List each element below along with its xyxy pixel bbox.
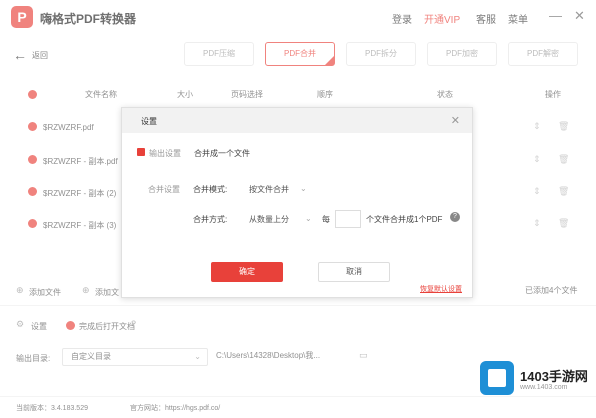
merge-one-label: 合并成一个文件 <box>194 149 250 158</box>
dialog-title: 设置 <box>141 117 157 126</box>
confirm-button[interactable]: 确定 <box>211 262 283 282</box>
reset-default-link[interactable]: 恢复默认设置 <box>420 284 462 294</box>
settings-dialog: 设置 ✕ 输出设置 合并成一个文件 合并设置 合并模式: 按文件合并 ⌄ 合并方… <box>121 107 473 298</box>
help-icon[interactable]: ? <box>450 212 460 222</box>
close-icon[interactable]: ✕ <box>451 114 460 127</box>
merge-mode-label: 合并模式: <box>193 185 228 194</box>
watermark-title: 1403手游网 <box>520 369 588 384</box>
chevron-down-icon: ⌄ <box>305 214 312 223</box>
per-count-input[interactable] <box>335 210 361 228</box>
cancel-button[interactable]: 取消 <box>318 262 390 282</box>
per-suffix-label: 个文件合并成1个PDF <box>366 215 443 224</box>
dialog-header: 设置 ✕ <box>122 108 472 133</box>
merge-method-label: 合并方式: <box>193 215 228 224</box>
merge-method-select[interactable]: 从数量上分 <box>249 214 289 225</box>
watermark-url: www.1403.com <box>520 384 568 391</box>
merge-setting-label: 合并设置 <box>148 185 180 194</box>
cube-icon <box>488 369 506 387</box>
merge-mode-select[interactable]: 按文件合并 <box>249 184 289 195</box>
output-setting-label: 输出设置 <box>149 149 181 158</box>
per-label: 每 <box>322 215 330 224</box>
watermark-logo <box>480 361 514 395</box>
output-setting-checkbox[interactable] <box>137 148 145 156</box>
chevron-down-icon: ⌄ <box>300 184 307 193</box>
